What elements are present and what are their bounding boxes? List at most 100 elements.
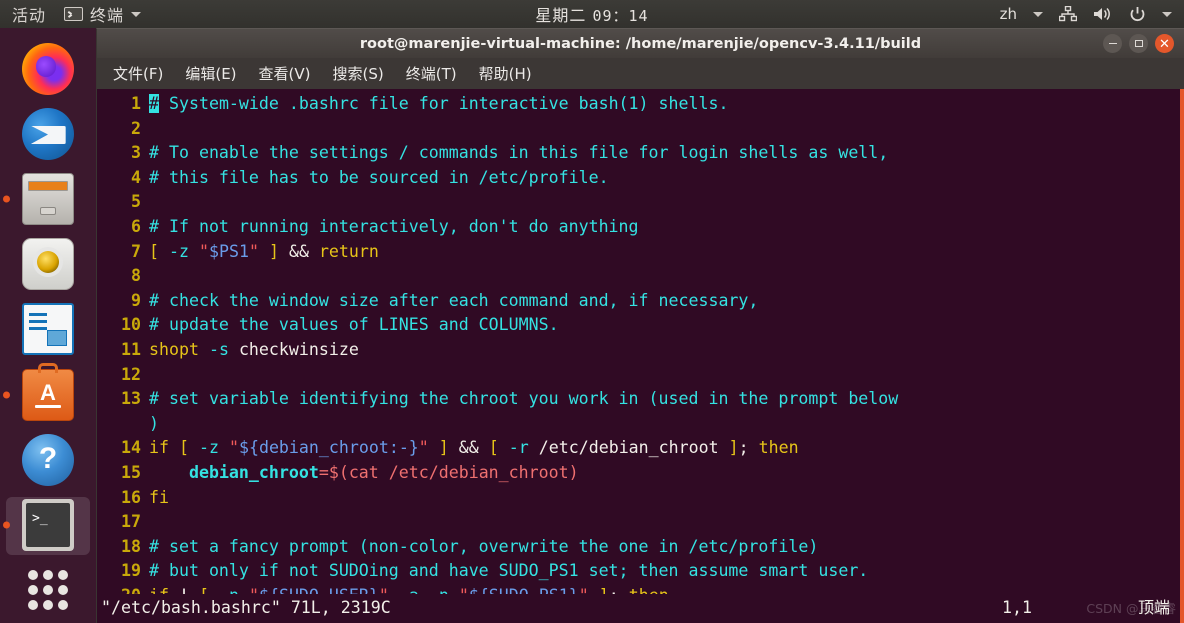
- top-panel-right: zh: [1000, 5, 1184, 23]
- editor-line: 18 # set a fancy prompt (non-color, overw…: [103, 535, 1184, 560]
- files-icon: [22, 173, 74, 226]
- weekday-label: 星期二: [535, 6, 587, 25]
- line-number: 14: [121, 438, 141, 458]
- editor-line: 8: [103, 264, 1184, 289]
- launcher-item-show-applications[interactable]: [0, 558, 96, 623]
- window-controls: ✕: [1103, 34, 1184, 53]
- line-number: 7: [131, 241, 141, 261]
- line-text: fi: [149, 487, 169, 507]
- editor-line: 3 # To enable the settings / commands in …: [103, 141, 1184, 166]
- activities-button[interactable]: 活动: [12, 2, 46, 26]
- editor-line: 2: [103, 117, 1184, 142]
- line-text: # update the values of LINES and COLUMNS…: [149, 315, 559, 335]
- editor-line: 19 # but only if not SUDOing and have SUD…: [103, 559, 1184, 584]
- system-menu-chevron-down-icon[interactable]: [1162, 11, 1172, 17]
- line-number: 6: [131, 216, 141, 236]
- running-indicator-dot: [3, 391, 10, 399]
- editor-line: 17: [103, 510, 1184, 535]
- running-indicator-dot: [3, 195, 10, 203]
- firefox-icon: [22, 42, 74, 95]
- app-menu-button[interactable]: 终端: [64, 2, 142, 26]
- minimize-button[interactable]: [1103, 34, 1122, 53]
- line-number: 4: [131, 167, 141, 187]
- line-number: 2: [131, 118, 141, 138]
- editor-line: 1 # System-wide .bashrc file for interact…: [103, 92, 1184, 117]
- menu-item-edit[interactable]: 编辑(E): [183, 62, 238, 85]
- line-text: debian_chroot=$(cat /etc/debian_chroot): [188, 462, 579, 482]
- menu-item-view[interactable]: 查看(V): [257, 62, 313, 85]
- vim-status-line: "/etc/bash.bashrc" 71L, 2319C 1,1 顶端 CSD…: [97, 594, 1184, 623]
- line-number: 15: [121, 462, 141, 482]
- impress-icon: [22, 303, 74, 356]
- language-indicator[interactable]: zh: [1000, 5, 1017, 23]
- ubuntu-software-icon: A: [22, 362, 74, 421]
- line-number: 11: [121, 339, 141, 359]
- line-number: 18: [121, 536, 141, 556]
- line-text: # System-wide .bashrc file for interacti…: [149, 94, 729, 113]
- vim-buffer[interactable]: 1 # System-wide .bashrc file for interact…: [97, 92, 1184, 623]
- line-number: 13: [121, 389, 141, 409]
- chevron-down-icon: [131, 11, 142, 17]
- status-cursor-position: 1,1: [1002, 598, 1032, 618]
- grid-dot: [58, 585, 68, 596]
- editor-line: 15 debian_chroot=$(cat /etc/debian_chroo…: [103, 461, 1184, 486]
- launcher-item-ubuntu-software[interactable]: A: [0, 362, 96, 427]
- menu-item-help[interactable]: 帮助(H): [477, 62, 534, 85]
- terminal-icon-prompt: >_: [32, 511, 48, 527]
- line-text: if [ -z "${debian_chroot:-}" ] && [ -r /…: [149, 438, 799, 458]
- top-panel-left: 活动 终端: [0, 2, 142, 26]
- close-button[interactable]: ✕: [1155, 34, 1174, 53]
- editor-line: 12: [103, 363, 1184, 388]
- line-number: 10: [121, 315, 141, 335]
- terminal-icon: [64, 7, 84, 21]
- grid-dot: [58, 600, 68, 611]
- status-file-info: "/etc/bash.bashrc" 71L, 2319C: [101, 598, 391, 618]
- language-chevron-down-icon[interactable]: [1033, 11, 1043, 17]
- menu-item-file[interactable]: 文件(F): [111, 62, 165, 85]
- launcher-item-firefox[interactable]: [0, 36, 96, 101]
- editor-line: 14 if [ -z "${debian_chroot:-}" ] && [ -r…: [103, 436, 1184, 461]
- launcher-item-impress[interactable]: [0, 297, 96, 362]
- window-titlebar[interactable]: root@marenjie-virtual-machine: /home/mar…: [96, 28, 1184, 58]
- line-text: # check the window size after each comma…: [149, 290, 759, 310]
- editor-line: 11 shopt -s checkwinsize: [103, 338, 1184, 363]
- menu-item-search[interactable]: 搜索(S): [331, 62, 386, 85]
- menu-item-terminal[interactable]: 终端(T): [404, 62, 459, 85]
- launcher-item-files[interactable]: [0, 166, 96, 231]
- software-icon-letter: A: [40, 379, 56, 405]
- line-number: 9: [131, 290, 141, 310]
- launcher-item-terminal[interactable]: >_: [0, 493, 96, 558]
- terminal-window: root@marenjie-virtual-machine: /home/mar…: [96, 28, 1184, 623]
- launcher-item-rhythmbox[interactable]: [0, 232, 96, 297]
- app-menu-label: 终端: [90, 6, 125, 25]
- line-text: # If not running interactively, don't do…: [149, 216, 639, 236]
- show-applications-icon: [28, 570, 68, 611]
- line-text: shopt -s checkwinsize: [149, 339, 359, 359]
- network-icon[interactable]: [1059, 6, 1077, 22]
- terminal-content[interactable]: 1 # System-wide .bashrc file for interact…: [96, 89, 1184, 623]
- software-icon-bar: [35, 404, 61, 408]
- files-icon-drawer: [28, 181, 68, 192]
- line-text: # set variable identifying the chroot yo…: [149, 389, 899, 409]
- grid-dot: [43, 585, 53, 596]
- terminal-dock-icon: >_: [22, 499, 74, 552]
- power-icon[interactable]: [1129, 6, 1146, 23]
- clock-label: 09：14: [592, 7, 649, 25]
- terminal-icon-screen: >_: [26, 503, 70, 548]
- help-icon-glyph: ?: [38, 441, 58, 475]
- editor-line-wrap: ): [103, 412, 1184, 437]
- launcher-item-thunderbird[interactable]: [0, 101, 96, 166]
- grid-dot: [28, 585, 38, 596]
- volume-icon[interactable]: [1093, 6, 1113, 22]
- grid-dot: [43, 600, 53, 611]
- thunderbird-icon: [22, 107, 74, 160]
- line-number: 1: [131, 94, 141, 113]
- window-title: root@marenjie-virtual-machine: /home/mar…: [359, 35, 922, 52]
- launcher-item-help[interactable]: ?: [0, 427, 96, 492]
- maximize-button[interactable]: [1129, 34, 1148, 53]
- line-number: 5: [131, 192, 141, 212]
- launcher-dock: A ? >_: [0, 28, 96, 623]
- editor-line: 10 # update the values of LINES and COLUM…: [103, 313, 1184, 338]
- editor-line: 7 [ -z "$PS1" ] && return: [103, 240, 1184, 265]
- minimize-icon: [1108, 42, 1117, 45]
